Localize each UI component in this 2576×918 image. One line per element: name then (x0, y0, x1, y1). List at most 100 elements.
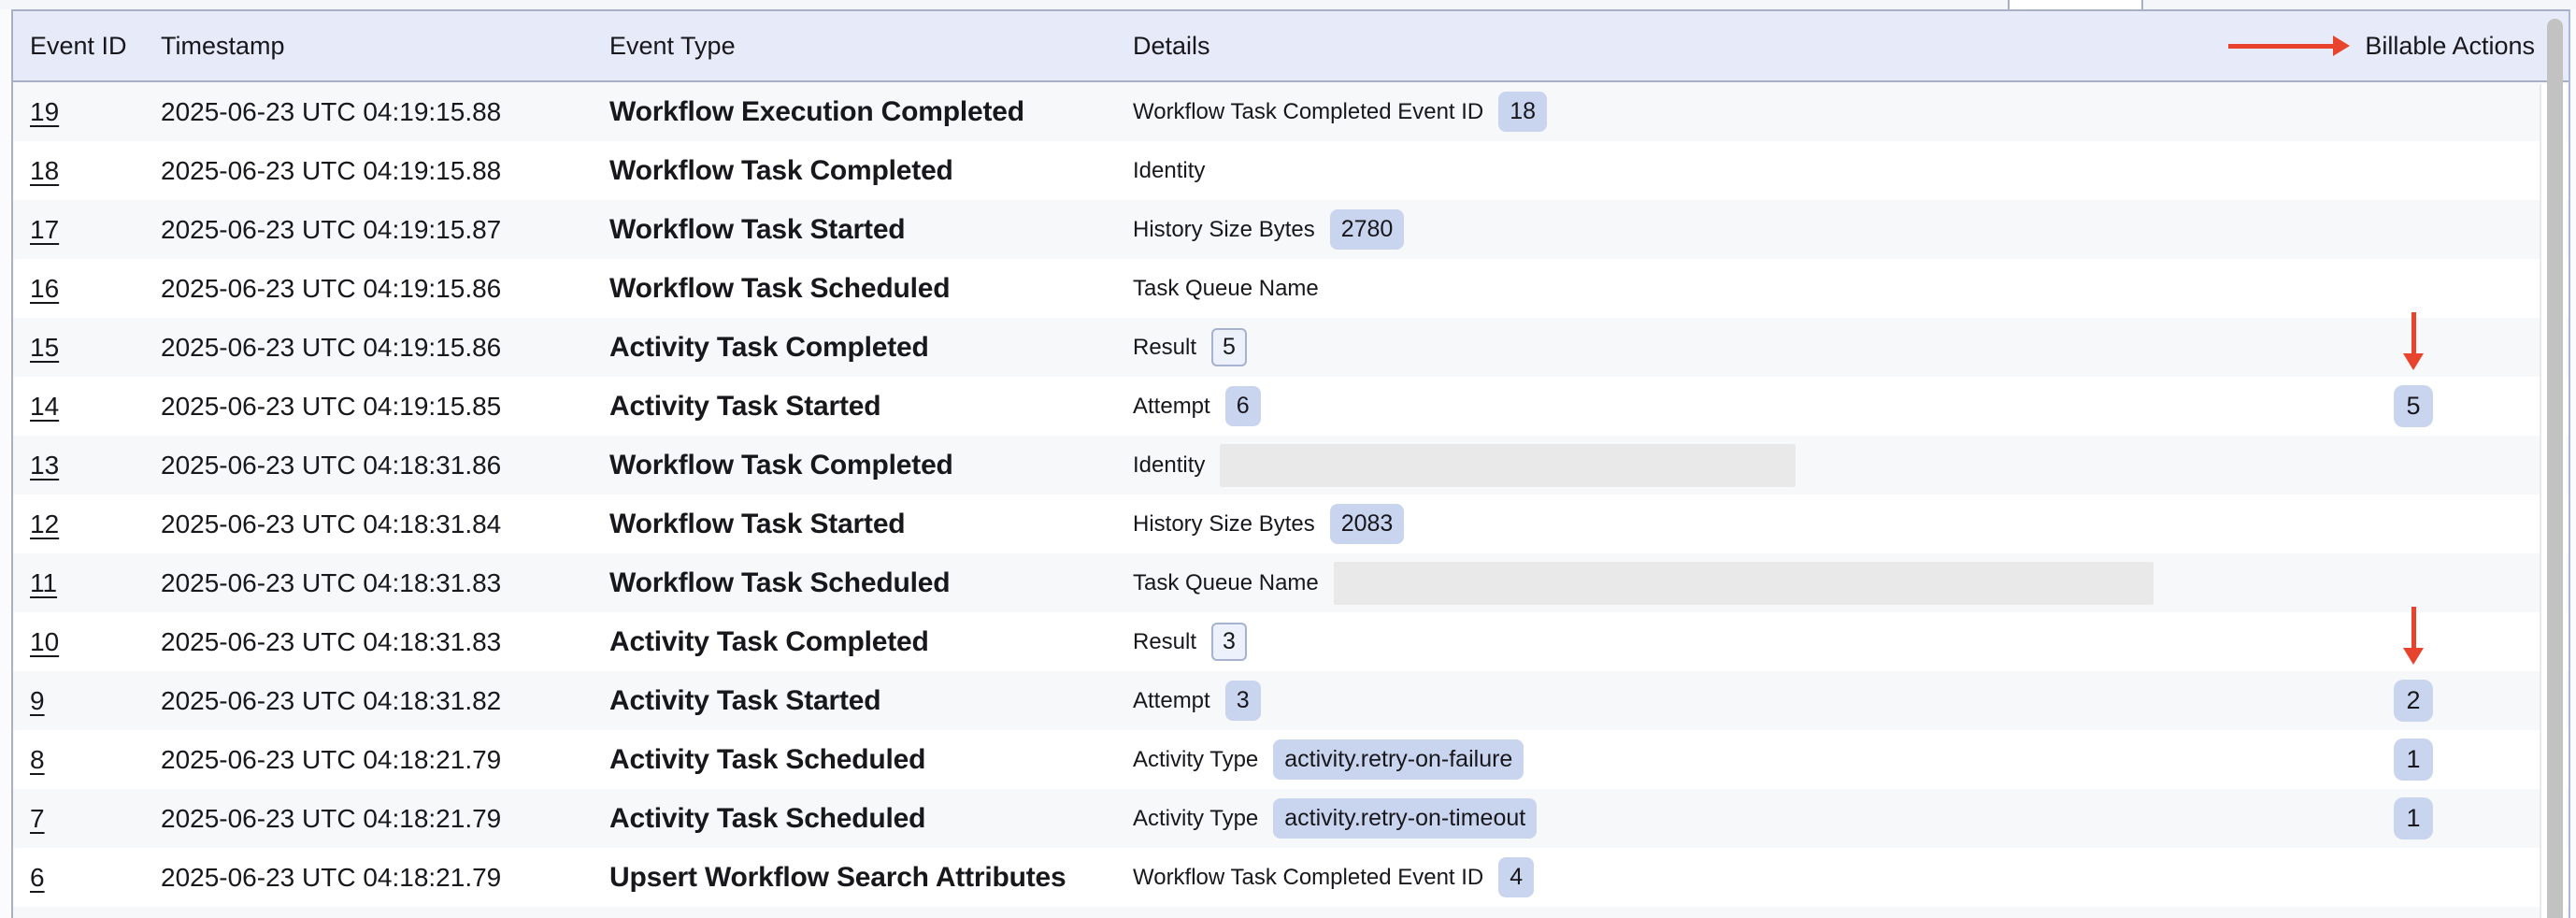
event-row: 16 2025-06-23 UTC 04:19:15.86 Workflow T… (13, 259, 2569, 318)
timestamp: 2025-06-23 UTC 04:19:15.87 (161, 215, 609, 245)
col-header-billable-actions: Billable Actions (2292, 32, 2535, 61)
col-header-timestamp: Timestamp (161, 32, 609, 61)
detail-label: Identity (1133, 158, 1205, 184)
timestamp: 2025-06-23 UTC 04:18:21.79 (161, 745, 609, 775)
col-header-event-id: Event ID (30, 32, 161, 61)
event-details: Result 5 (1133, 328, 2292, 366)
event-id-link[interactable]: 19 (30, 97, 59, 126)
event-type: Activity Task Completed (609, 332, 1133, 364)
event-id-link[interactable]: 6 (30, 863, 45, 892)
billable-actions-cell (2292, 318, 2535, 377)
event-type: Activity Task Scheduled (609, 744, 1133, 776)
detail-label: Result (1133, 335, 1196, 361)
event-details: Workflow Task Completed Event ID 4 (1133, 857, 2292, 897)
billable-actions-cell (2292, 200, 2535, 259)
event-details: History Size Bytes 2083 (1133, 504, 2292, 544)
timestamp: 2025-06-23 UTC 04:19:15.85 (161, 392, 609, 422)
event-id-cell: 13 (30, 451, 161, 481)
event-row: 10 2025-06-23 UTC 04:18:31.83 Activity T… (13, 612, 2569, 671)
timestamp: 2025-06-23 UTC 04:18:31.83 (161, 627, 609, 657)
event-details: Workflow Task Completed Event ID 18 (1133, 92, 2292, 132)
event-details: Attempt 3 (1133, 681, 2292, 721)
event-row: 13 2025-06-23 UTC 04:18:31.86 Workflow T… (13, 436, 2569, 495)
detail-label: Attempt (1133, 688, 1210, 714)
event-id-link[interactable]: 14 (30, 392, 59, 421)
scrollbar-thumb[interactable] (2547, 19, 2563, 918)
detail-label: Workflow Task Completed Event ID (1133, 865, 1483, 891)
event-type: Activity Task Completed (609, 626, 1133, 658)
detail-label: Activity Type (1133, 747, 1258, 773)
event-type: Workflow Task Started (609, 509, 1133, 540)
billable-actions-cell: 2 (2292, 671, 2535, 730)
event-id-link[interactable]: 7 (30, 804, 45, 833)
event-id-link[interactable]: 16 (30, 274, 59, 303)
event-id-link[interactable]: 13 (30, 451, 59, 480)
billable-actions-cell (2292, 259, 2535, 318)
event-id-link[interactable]: 15 (30, 333, 59, 362)
event-row: 17 2025-06-23 UTC 04:19:15.87 Workflow T… (13, 200, 2569, 259)
event-row: 12 2025-06-23 UTC 04:18:31.84 Workflow T… (13, 495, 2569, 553)
billable-actions-cell (2292, 495, 2535, 553)
event-type: Workflow Task Completed (609, 155, 1133, 187)
event-id-cell: 18 (30, 156, 161, 186)
red-arrow-down-icon (2403, 607, 2424, 665)
timestamp: 2025-06-23 UTC 04:19:15.88 (161, 97, 609, 127)
event-id-cell: 8 (30, 745, 161, 775)
event-details: Task Queue Name (1133, 562, 2292, 605)
billable-actions-cell (2292, 553, 2535, 612)
billable-actions-cell (2292, 848, 2535, 907)
event-id-cell: 17 (30, 215, 161, 245)
event-row: 9 2025-06-23 UTC 04:18:31.82 Activity Ta… (13, 671, 2569, 730)
event-id-cell: 9 (30, 686, 161, 716)
col-header-event-type: Event Type (609, 32, 1133, 61)
detail-label: Workflow Task Completed Event ID (1133, 99, 1483, 125)
detail-label: History Size Bytes (1133, 217, 1315, 243)
event-id-cell: 15 (30, 333, 161, 363)
event-row: 19 2025-06-23 UTC 04:19:15.88 Workflow E… (13, 82, 2569, 141)
event-id-cell: 11 (30, 568, 161, 598)
detail-value-badge: 3 (1211, 623, 1247, 661)
event-details: Activity Type activity.retry-on-failure (1133, 739, 2292, 780)
billable-actions-cell (2292, 436, 2535, 495)
event-id-link[interactable]: 10 (30, 627, 59, 656)
event-details: Task Queue Name (1133, 276, 2292, 302)
billable-actions-badge: 2 (2394, 680, 2433, 722)
event-type: Workflow Task Started (609, 214, 1133, 246)
event-id-link[interactable]: 8 (30, 745, 45, 774)
billable-actions-cell (2292, 141, 2535, 200)
event-row: 8 2025-06-23 UTC 04:18:21.79 Activity Ta… (13, 730, 2569, 789)
detail-value-badge: 2083 (1330, 504, 1405, 544)
timestamp: 2025-06-23 UTC 04:18:31.84 (161, 509, 609, 539)
detail-label: Task Queue Name (1133, 570, 1319, 596)
detail-value-badge: 18 (1498, 92, 1547, 132)
table-header-row: Event ID Timestamp Event Type Details Bi… (13, 11, 2569, 82)
billable-actions-cell: 1 (2292, 789, 2535, 848)
timestamp: 2025-06-23 UTC 04:19:15.86 (161, 274, 609, 304)
detail-value-badge: activity.retry-on-timeout (1273, 798, 1537, 839)
cropped-toolbar-control[interactable] (2008, 0, 2143, 9)
event-id-link[interactable]: 9 (30, 686, 45, 715)
event-type: Workflow Task Scheduled (609, 567, 1133, 599)
event-id-link[interactable]: 17 (30, 215, 59, 244)
event-row: 11 2025-06-23 UTC 04:18:31.83 Workflow T… (13, 553, 2569, 612)
event-type: Activity Task Started (609, 685, 1133, 717)
event-row: 14 2025-06-23 UTC 04:19:15.85 Activity T… (13, 377, 2569, 436)
detail-label: Activity Type (1133, 806, 1258, 832)
event-type: Workflow Task Completed (609, 450, 1133, 481)
event-id-link[interactable]: 18 (30, 156, 59, 185)
detail-value-badge: 6 (1225, 386, 1261, 426)
detail-label: History Size Bytes (1133, 511, 1315, 538)
detail-label: Identity (1133, 452, 1205, 479)
detail-value-badge: activity.retry-on-failure (1273, 739, 1524, 780)
event-id-link[interactable]: 11 (30, 568, 57, 597)
event-row: 6 2025-06-23 UTC 04:18:21.79 Upsert Work… (13, 848, 2569, 907)
event-details: Activity Type activity.retry-on-timeout (1133, 798, 2292, 839)
event-details: Identity (1133, 158, 2292, 184)
event-details: History Size Bytes 2780 (1133, 209, 2292, 250)
timestamp: 2025-06-23 UTC 04:18:21.79 (161, 863, 609, 893)
billable-actions-cell (2292, 82, 2535, 141)
event-details: Identity (1133, 444, 2292, 487)
event-id-cell: 6 (30, 863, 161, 893)
billable-actions-badge: 1 (2394, 797, 2433, 839)
event-id-link[interactable]: 12 (30, 509, 59, 538)
